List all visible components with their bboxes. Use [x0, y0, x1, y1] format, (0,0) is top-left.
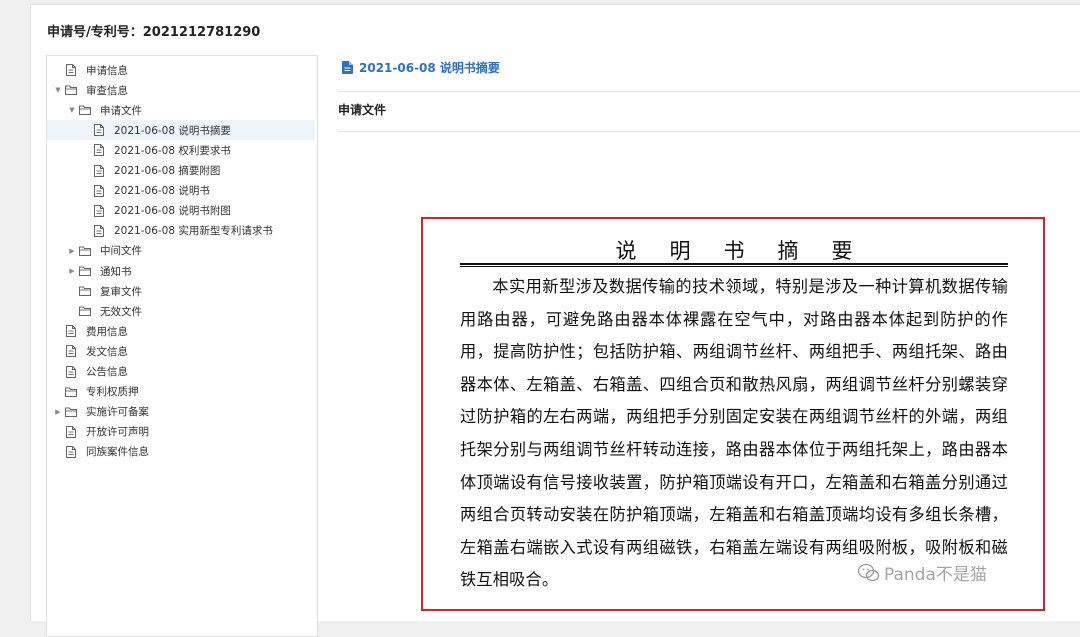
tree-item-label: 专利权质押 [86, 386, 139, 399]
tree-item-label: 发文信息 [86, 345, 128, 358]
heading-rule-thin [460, 266, 1008, 267]
document-link-label: 2021-06-08 说明书摘要 [359, 61, 500, 75]
tree-item[interactable]: ▶ 中间文件 [47, 241, 315, 261]
tree-item-label: 同族案件信息 [86, 446, 149, 459]
file-icon [93, 123, 105, 137]
folder-icon [65, 405, 77, 419]
tree-item[interactable]: 2021-06-08 权利要求书 [47, 140, 315, 160]
wechat-icon [858, 563, 880, 583]
tree-item-label: 2021-06-08 说明书附图 [114, 205, 231, 218]
section-title: 申请文件 [338, 103, 387, 117]
tree-item[interactable]: 2021-06-08 实用新型专利请求书 [47, 221, 315, 241]
tree-item-label: 公告信息 [86, 366, 128, 378]
tree-item[interactable]: 费用信息 [47, 321, 315, 341]
tree-item-label: 开放许可声明 [86, 426, 149, 439]
tree-item[interactable]: 2021-06-08 摘要附图 [47, 161, 315, 181]
tree-item-label: 申请文件 [100, 104, 142, 117]
folder-icon [79, 103, 91, 117]
file-icon [65, 324, 77, 338]
folder-icon [79, 284, 91, 298]
tree-item[interactable]: 2021-06-08 说明书 [47, 181, 315, 201]
file-icon [65, 425, 77, 439]
file-icon [93, 184, 105, 198]
tree-item[interactable]: ▼ 审查信息 [47, 80, 315, 100]
document-body: 本实用新型涉及数据传输的技术领域，特别是涉及一种计算机数据传输用路由器，可避免路… [460, 277, 1008, 590]
watermark: Panda不是猫 [858, 560, 987, 585]
file-icon [93, 204, 105, 218]
tree-item-label: 2021-06-08 实用新型专利请求书 [114, 225, 273, 238]
tree-item[interactable]: ▼ 申请文件 [47, 100, 315, 120]
folder-icon [65, 83, 77, 97]
tree-item[interactable]: 无效文件 [47, 301, 315, 321]
tree-item-label: 2021-06-08 摘要附图 [114, 165, 221, 177]
file-icon [65, 344, 77, 358]
divider [338, 131, 1080, 132]
tree-item[interactable]: 2021-06-08 说明书摘要 [47, 120, 315, 141]
tree-item[interactable]: 2021-06-08 说明书附图 [47, 201, 315, 221]
page-title: 申请号/专利号：2021212781290 [47, 25, 261, 40]
chevron-right-icon[interactable]: ▶ [67, 267, 77, 275]
chevron-down-icon[interactable]: ▼ [53, 86, 63, 94]
file-icon [93, 224, 105, 238]
file-tree: 申请信息 ▼ 审查信息 ▼ 申请文件 2021-06-08 说明书摘要 2021-06-08… [46, 55, 318, 637]
file-icon [93, 143, 105, 157]
chevron-down-icon[interactable]: ▼ [67, 106, 77, 114]
tree-item[interactable]: 公告信息 [47, 362, 315, 382]
document-icon [341, 61, 353, 75]
file-icon [93, 164, 105, 178]
tree-item-label: 复审文件 [100, 285, 142, 298]
chevron-right-icon[interactable]: ▶ [67, 247, 77, 255]
tree-item-label: 中间文件 [100, 245, 142, 258]
tree-item[interactable]: ▶ 实施许可备案 [47, 402, 315, 422]
tree-item-label: 2021-06-08 说明书摘要 [114, 124, 231, 137]
folder-icon [79, 264, 91, 278]
tree-item[interactable]: 开放许可声明 [47, 422, 315, 442]
main-panel: 申请号/专利号：2021212781290 申请信息 ▼ 审查信息 ▼ 申请文件 2021… [30, 4, 1080, 637]
divider [338, 91, 1080, 92]
tree-item[interactable]: 发文信息 [47, 341, 315, 361]
folder-icon [65, 385, 77, 399]
tree-item-label: 无效文件 [100, 305, 142, 318]
tree-item[interactable]: 复审文件 [47, 281, 315, 301]
tree-item-label: 2021-06-08 权利要求书 [114, 144, 231, 157]
file-icon [65, 63, 77, 77]
tree-item[interactable]: 申请信息 [47, 60, 315, 80]
tree-item-label: 通知书 [100, 265, 132, 278]
tree-item-label: 实施许可备案 [86, 406, 149, 419]
document-heading: 说明书摘要 [615, 239, 886, 263]
heading-rule [460, 263, 1008, 265]
watermark-text: Panda不是猫 [884, 565, 987, 585]
content-area: 2021-06-08 说明书摘要 申请文件 说明书摘要 本实用新型涉及数据传输的… [338, 55, 1080, 621]
tree-item[interactable]: 专利权质押 [47, 382, 315, 402]
document-link[interactable]: 2021-06-08 说明书摘要 [341, 59, 500, 76]
tree-item-label: 2021-06-08 说明书 [114, 185, 210, 198]
tree-item-label: 费用信息 [86, 325, 128, 338]
tree-item-label: 审查信息 [86, 84, 128, 97]
folder-icon [79, 304, 91, 318]
tree-item[interactable]: ▶ 通知书 [47, 261, 315, 281]
file-icon [65, 445, 77, 459]
chevron-right-icon[interactable]: ▶ [53, 408, 63, 416]
folder-icon [79, 244, 91, 258]
file-icon [65, 365, 77, 379]
document-viewer: 说明书摘要 本实用新型涉及数据传输的技术领域，特别是涉及一种计算机数据传输用路由… [421, 217, 1045, 611]
tree-item-label: 申请信息 [86, 64, 128, 77]
tree-item[interactable]: 同族案件信息 [47, 442, 315, 462]
